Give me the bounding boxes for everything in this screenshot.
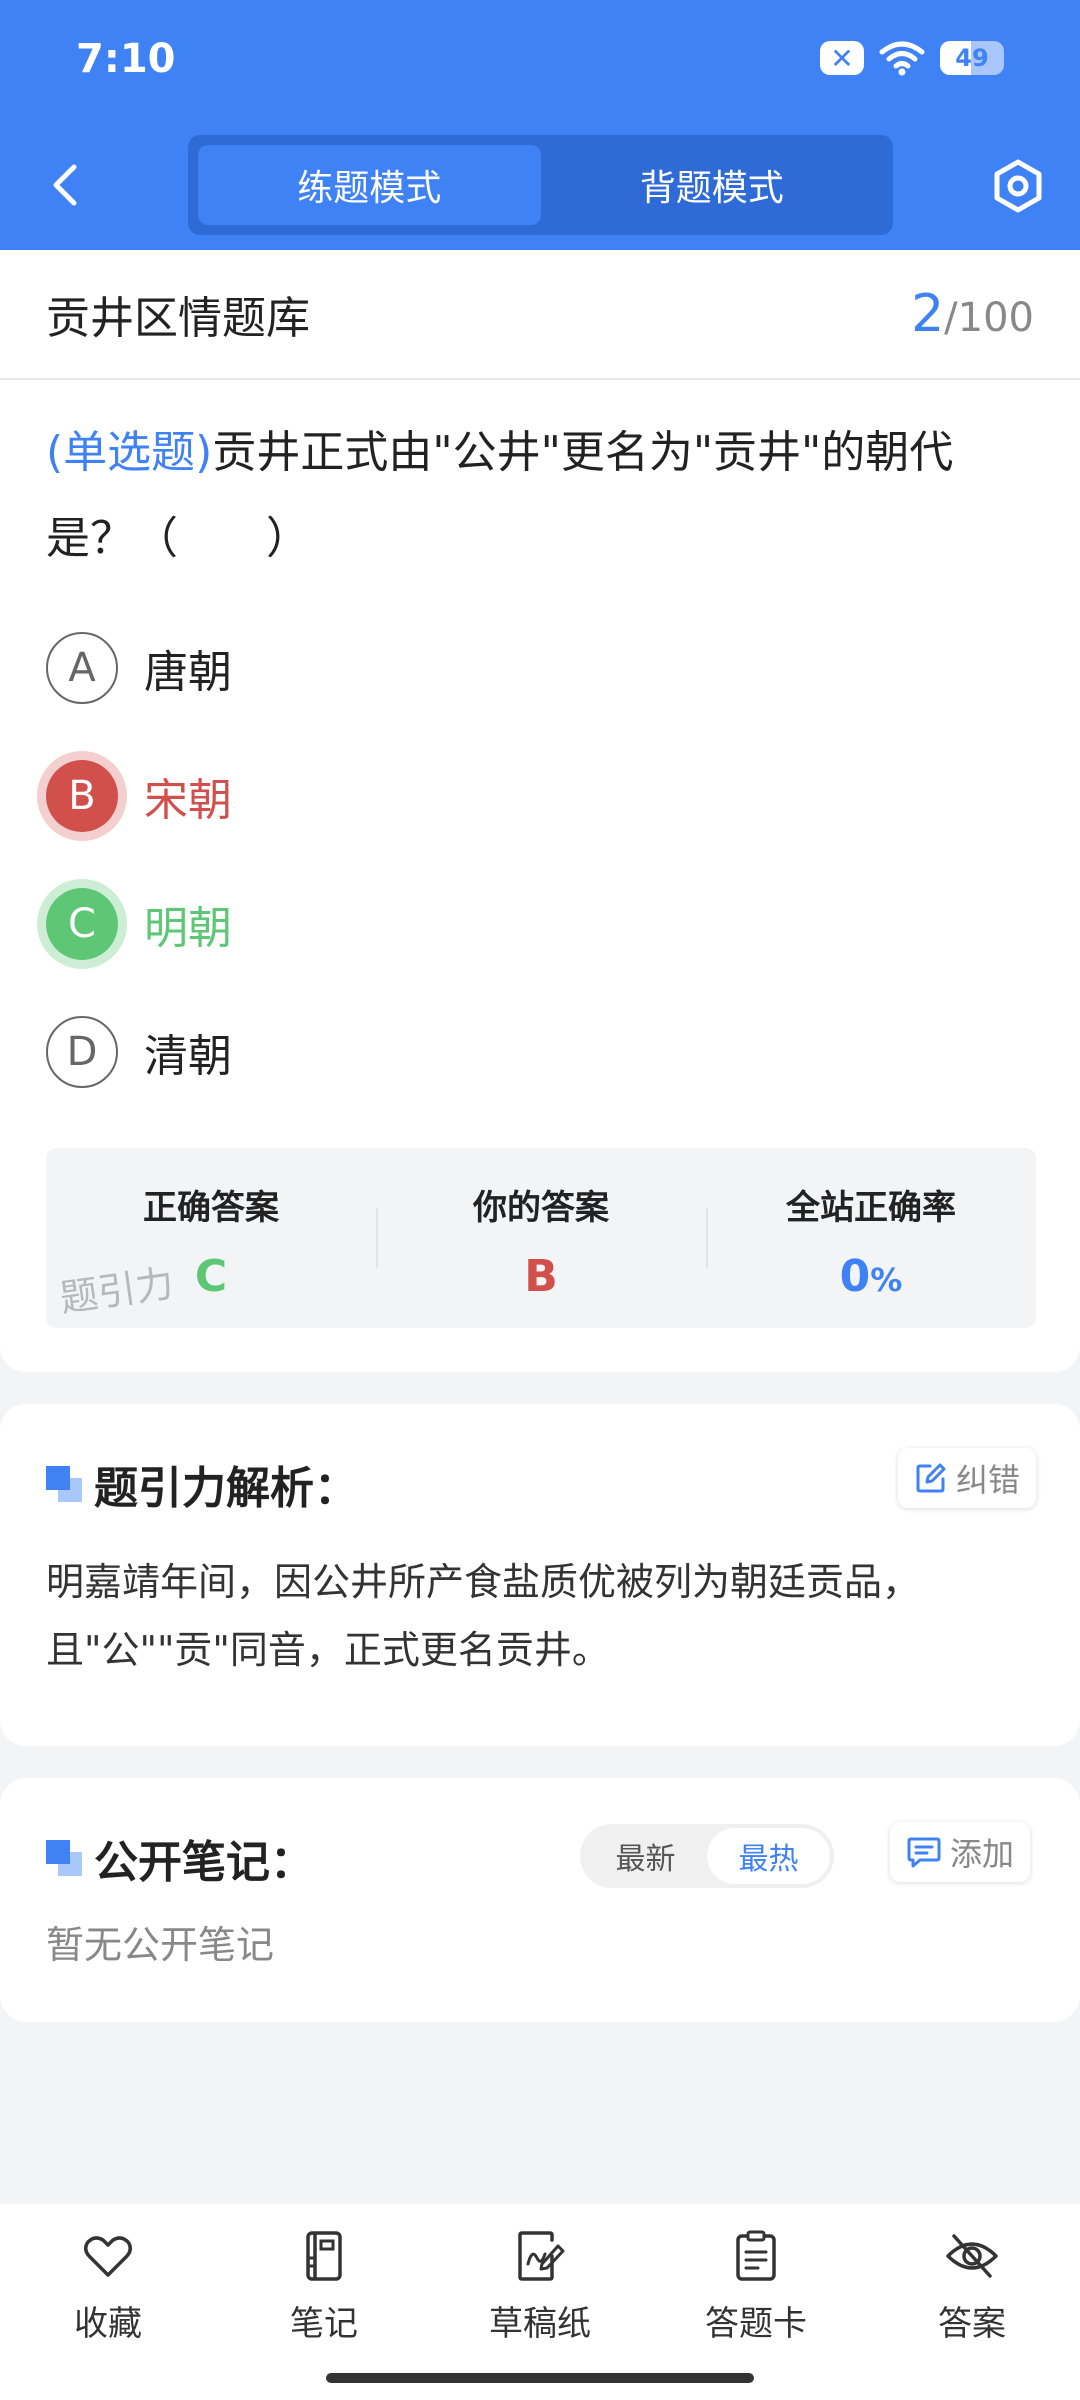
progress-total: /100 [944, 295, 1034, 341]
tab-memorize-mode[interactable]: 背题模式 [541, 145, 884, 225]
nav-favorite[interactable]: 收藏 [0, 2204, 216, 2400]
notes-empty-text: 暂无公开笔记 [46, 1923, 275, 1967]
accuracy-unit: % [870, 1261, 903, 1299]
option-b[interactable]: B 宋朝 [0, 732, 1080, 860]
edit-icon [916, 1463, 946, 1493]
bank-title: 贡井区情题库 [46, 293, 310, 344]
watermark: 题引力 [57, 1261, 177, 1321]
analysis-text: 明嘉靖年间，因公井所产食盐质优被列为朝廷贡品，且"公""贡"同音，正式更名贡井。 [46, 1560, 921, 1672]
answer-sheet-icon [736, 2230, 776, 2281]
option-a[interactable]: A 唐朝 [0, 604, 1080, 732]
stat-label: 正确答案 [143, 1188, 279, 1228]
battery-level: 49 [955, 44, 989, 72]
notes-header: 公开笔记： [46, 1826, 314, 1890]
option-text: 清朝 [144, 1031, 232, 1082]
nav-label: 收藏 [74, 2304, 142, 2344]
notification-x-icon: ✕ [820, 41, 864, 75]
notebook-icon [306, 2231, 342, 2281]
add-note-label: 添加 [950, 1835, 1015, 1873]
option-text: 宋朝 [144, 775, 232, 826]
answer-stats: 正确答案 C 题引力 你的答案 B 全站正确率 0% [46, 1148, 1036, 1328]
battery-icon: 49 [940, 41, 1004, 75]
sort-hottest[interactable]: 最热 [707, 1828, 830, 1884]
option-letter: C [46, 888, 118, 960]
wifi-icon [879, 41, 925, 76]
app-header: 7:10 ✕ 49 练题模式 背题模式 [0, 0, 1080, 250]
stat-label: 全站正确率 [786, 1188, 956, 1228]
report-error-label: 纠错 [956, 1461, 1021, 1499]
nav-label: 笔记 [290, 2304, 358, 2344]
nav-label: 草稿纸 [489, 2304, 591, 2344]
nav-answer-sheet[interactable]: 答题卡 [648, 2204, 864, 2400]
notes-sort-toggle: 最新 最热 [580, 1824, 834, 1888]
notes-title: 公开笔记： [94, 1837, 314, 1888]
your-answer-value: B [524, 1251, 558, 1302]
question-stem: (单选题)贡井正式由"公井"更名为"贡井"的朝代是？（ ） [0, 380, 1080, 582]
option-letter: A [46, 632, 118, 704]
comment-icon [907, 1837, 941, 1868]
accuracy-number: 0 [839, 1251, 871, 1302]
nav-draft-paper[interactable]: 草稿纸 [432, 2204, 648, 2400]
stat-label: 你的答案 [473, 1188, 609, 1228]
nav-show-answer[interactable]: 答案 [864, 2204, 1080, 2400]
progress-current: 2 [911, 284, 945, 344]
section-squares-icon [46, 1840, 82, 1876]
settings-icon[interactable] [990, 158, 1046, 214]
eye-off-icon [946, 2234, 998, 2278]
analysis-header: 题引力解析： [46, 1452, 358, 1516]
mode-tabs: 练题模式 背题模式 [188, 135, 893, 235]
nav-label: 答题卡 [705, 2304, 807, 2344]
site-accuracy-value: 0% [840, 1251, 903, 1302]
status-icons: ✕ 49 [820, 40, 1004, 76]
bottom-toolbar: 收藏 笔记 草稿纸 答题卡 答案 [0, 2204, 1080, 2400]
question-card: 贡井区情题库 2/100 (单选题)贡井正式由"公井"更名为"贡井"的朝代是？（… [0, 250, 1080, 1372]
option-text: 明朝 [144, 903, 232, 954]
question-progress[interactable]: 2/100 [911, 284, 1034, 344]
nav-notes[interactable]: 笔记 [216, 2204, 432, 2400]
sort-newest[interactable]: 最新 [584, 1828, 707, 1884]
option-list: A 唐朝 B 宋朝 C 明朝 D 清朝 [0, 604, 1080, 1116]
home-indicator[interactable] [326, 2373, 754, 2383]
option-text: 唐朝 [144, 647, 232, 698]
option-letter: D [46, 1016, 118, 1088]
correct-answer-value: C [194, 1251, 228, 1302]
draft-icon [518, 2231, 565, 2281]
stat-your-answer: 你的答案 B [376, 1148, 706, 1328]
report-error-button[interactable]: 纠错 [898, 1448, 1037, 1508]
public-notes-card: 公开笔记： 最新 最热 添加 暂无公开笔记 [0, 1778, 1080, 2022]
question-type: (单选题) [46, 427, 213, 478]
stat-site-accuracy: 全站正确率 0% [706, 1148, 1036, 1328]
section-squares-icon [46, 1466, 82, 1502]
option-c[interactable]: C 明朝 [0, 860, 1080, 988]
stat-correct-answer: 正确答案 C 题引力 [46, 1148, 376, 1328]
analysis-title: 题引力解析： [94, 1463, 358, 1514]
option-letter: B [46, 760, 118, 832]
add-note-button[interactable]: 添加 [890, 1822, 1031, 1882]
status-time: 7:10 [76, 36, 176, 82]
tab-practice-mode[interactable]: 练题模式 [198, 145, 541, 225]
nav-label: 答案 [938, 2304, 1006, 2344]
analysis-card: 题引力解析： 纠错 明嘉靖年间，因公井所产食盐质优被列为朝廷贡品，且"公""贡"… [0, 1404, 1080, 1746]
heart-icon [84, 2236, 132, 2277]
bank-row: 贡井区情题库 2/100 [0, 250, 1080, 380]
option-d[interactable]: D 清朝 [0, 988, 1080, 1116]
back-icon[interactable] [40, 155, 90, 215]
